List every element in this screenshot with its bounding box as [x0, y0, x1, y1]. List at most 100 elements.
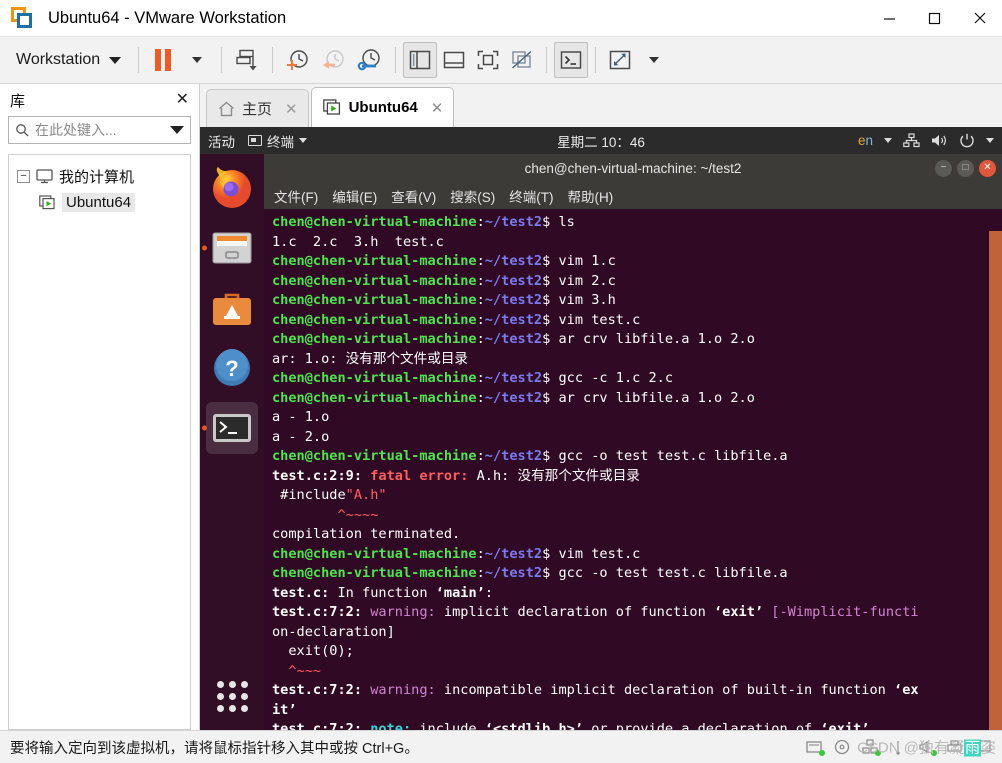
clock-plus-icon: [287, 50, 308, 70]
tree-item-ubuntu64[interactable]: Ubuntu64: [9, 189, 190, 215]
show-applications-button[interactable]: [216, 681, 248, 712]
gnome-top-bar: 活动 终端 星期二 10：46 en: [200, 127, 1002, 154]
terminal-line: chen@chen-virtual-machine:~/test2$ gcc -…: [272, 565, 788, 581]
chevron-down-icon: [299, 138, 307, 143]
terminal-line: chen@chen-virtual-machine:~/test2$ vim 3…: [272, 292, 616, 308]
maximize-button[interactable]: [912, 0, 957, 36]
sound-card-icon[interactable]: [918, 739, 937, 756]
close-icon[interactable]: ✕: [176, 92, 189, 108]
tab-label: 主页: [242, 101, 273, 118]
chevron-down-icon: [884, 138, 892, 143]
cd-drive-icon[interactable]: [834, 739, 852, 755]
keyboard-layout-indicator[interactable]: en: [858, 133, 873, 148]
menu-terminal[interactable]: 终端(T): [509, 186, 553, 206]
tab-label: Ubuntu64: [348, 99, 418, 116]
workstation-menu-button[interactable]: Workstation: [8, 42, 131, 78]
power-dropdown-button[interactable]: [180, 42, 214, 78]
show-library-button[interactable]: [403, 42, 438, 78]
console-icon: [560, 51, 582, 69]
close-button[interactable]: [957, 0, 1002, 36]
dock-item-terminal[interactable]: [202, 402, 258, 454]
dock-item-software[interactable]: [206, 282, 258, 334]
library-tree: − 我的计算机 Ubuntu64: [8, 154, 191, 730]
network-icon[interactable]: [903, 133, 920, 148]
terminal-window: chen@chen-virtual-machine: ~/test2 − □ ✕…: [264, 154, 1002, 730]
revert-snapshot-button[interactable]: [316, 42, 352, 78]
terminal-scrollbar[interactable]: [989, 209, 1002, 730]
terminal-line: ^~~~: [272, 662, 322, 679]
terminal-line: chen@chen-virtual-machine:~/test2$ vim 1…: [272, 253, 616, 269]
network-adapter-icon[interactable]: [862, 739, 881, 756]
hard-disk-icon[interactable]: [806, 739, 825, 756]
manage-snapshots-button[interactable]: [352, 42, 388, 78]
terminal-line: test.c:2:9: fatal error: A.h: 没有那个文件或目录: [272, 467, 640, 484]
clock-wrench-icon: [357, 49, 380, 71]
menu-edit[interactable]: 编辑(E): [332, 186, 377, 206]
terminal-title: chen@chen-virtual-machine: ~/test2: [524, 160, 742, 176]
running-indicator: [202, 245, 207, 251]
guest-screen[interactable]: 活动 终端 星期二 10：46 en ? chen@chen-virtual-m…: [200, 127, 1002, 730]
ubuntu-dock: ?: [200, 154, 264, 730]
fullscreen-icon: [477, 50, 499, 70]
help-icon: ?: [214, 349, 250, 386]
close-icon[interactable]: ✕: [431, 99, 444, 117]
power-icon[interactable]: [959, 133, 975, 148]
terminal-line: a - 1.o: [272, 409, 330, 425]
tab-ubuntu64[interactable]: Ubuntu64 ✕: [310, 87, 455, 127]
close-button[interactable]: ✕: [979, 159, 996, 177]
show-thumbnail-bar-button[interactable]: [437, 42, 471, 78]
snapshot-icon: [236, 49, 257, 71]
ubuntu-software-icon: [213, 293, 251, 325]
vmware-workstation-window: Ubuntu64 - VMware Workstation Workstatio…: [0, 0, 1002, 763]
dock-item-files[interactable]: [202, 222, 258, 274]
tree-item-my-computer[interactable]: − 我的计算机: [9, 163, 190, 189]
terminal-output[interactable]: chen@chen-virtual-machine:~/test2$ ls 1.c…: [264, 209, 1002, 730]
terminal-line: on-declaration]: [272, 623, 395, 640]
close-icon[interactable]: ✕: [285, 100, 298, 118]
minimize-button[interactable]: [867, 0, 912, 36]
snapshot-manager-button[interactable]: [229, 42, 265, 78]
unity-mode-button[interactable]: [505, 42, 539, 78]
stretch-view-button[interactable]: [603, 42, 637, 78]
menu-file[interactable]: 文件(F): [274, 186, 318, 206]
terminal-line: chen@chen-virtual-machine:~/test2$ gcc -…: [272, 370, 674, 386]
search-input[interactable]: 在此处键入...: [35, 120, 164, 140]
usb-icon[interactable]: [890, 739, 908, 755]
terminal-title-bar: chen@chen-virtual-machine: ~/test2 − □ ✕: [264, 154, 1002, 182]
terminal-line: chen@chen-virtual-machine:~/test2$ vim t…: [272, 311, 641, 328]
pause-icon: [155, 49, 172, 71]
volume-icon[interactable]: [931, 133, 948, 148]
terminal-line: test.c:7:2: warning: incompatible implic…: [272, 682, 919, 698]
display-icon[interactable]: [974, 739, 992, 755]
main-toolbar: Workstation: [0, 36, 1002, 84]
stretch-dropdown-button[interactable]: [637, 42, 671, 78]
collapse-expander-icon[interactable]: −: [17, 169, 30, 183]
take-snapshot-button[interactable]: [280, 42, 316, 78]
menu-help[interactable]: 帮助(H): [568, 186, 614, 206]
app-menu-label: 终端: [267, 134, 294, 150]
terminal-line: chen@chen-virtual-machine:~/test2$ gcc -…: [272, 448, 788, 464]
dock-item-help[interactable]: ?: [206, 342, 258, 394]
minimize-button[interactable]: −: [935, 159, 952, 177]
library-title: 库: [10, 92, 26, 110]
menu-search[interactable]: 搜索(S): [450, 186, 495, 206]
chevron-down-icon[interactable]: [986, 138, 994, 143]
dock-item-firefox[interactable]: [206, 162, 258, 214]
chevron-down-icon[interactable]: [170, 126, 184, 134]
printer-icon[interactable]: [946, 739, 964, 755]
activities-button[interactable]: 活动: [208, 131, 235, 151]
terminal-line: chen@chen-virtual-machine:~/test2$ vim t…: [272, 545, 641, 562]
toolbar-divider: [272, 47, 274, 73]
suspend-button[interactable]: [146, 42, 180, 78]
full-screen-button[interactable]: [471, 42, 505, 78]
app-menu-button[interactable]: 终端: [248, 131, 307, 151]
terminal-line: ^~~~~: [272, 506, 379, 523]
firefox-icon: [213, 167, 251, 208]
menu-view[interactable]: 查看(V): [391, 186, 436, 206]
vm-icon: [322, 99, 340, 115]
library-search-box[interactable]: 在此处键入...: [8, 116, 191, 144]
console-view-button[interactable]: [554, 42, 589, 78]
maximize-button[interactable]: □: [957, 159, 974, 177]
tab-home[interactable]: 主页 ✕: [206, 89, 309, 127]
terminal-line: test.c:7:2: warning: implicit declaratio…: [272, 604, 919, 620]
